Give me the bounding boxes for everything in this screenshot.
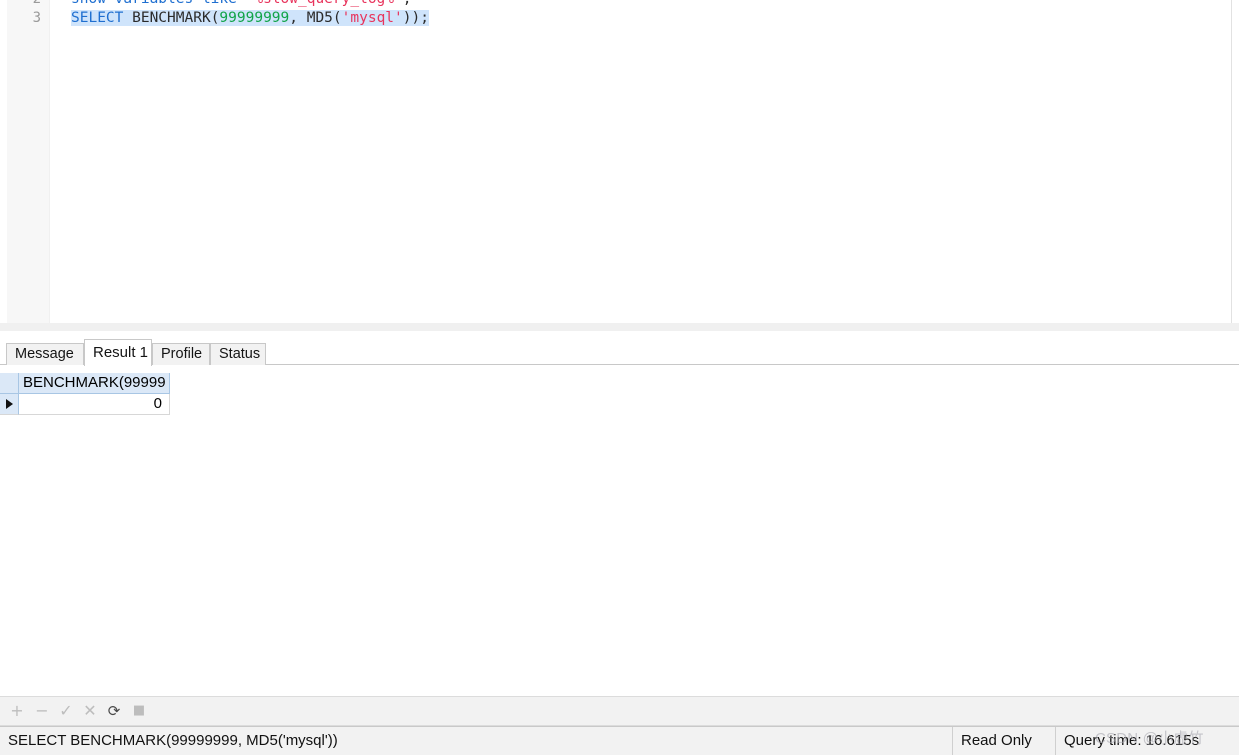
apply-changes-button[interactable]: ✓ — [55, 700, 77, 722]
grid-header-row: BENCHMARK(99999 — [0, 373, 1239, 394]
stop-button[interactable]: ■ — [128, 700, 150, 722]
delete-row-button[interactable]: − — [31, 700, 53, 722]
code-token-keyword: SELECT — [71, 10, 124, 26]
status-query-time: Query time: 16.615s — [1055, 727, 1199, 755]
code-token-string: '%slow_query_log%' — [246, 0, 403, 7]
tab-message[interactable]: Message — [6, 343, 84, 365]
add-row-button[interactable]: + — [6, 700, 28, 722]
code-token-keyword: show variables like — [71, 0, 246, 7]
tab-profile[interactable]: Profile — [152, 343, 210, 365]
code-token-punct: )); — [402, 10, 429, 26]
tab-status[interactable]: Status — [210, 343, 266, 365]
status-read-only: Read Only — [952, 727, 1032, 755]
line-number-2: 2 — [11, 0, 41, 9]
code-token-function: , MD5( — [289, 10, 342, 26]
status-query-text: SELECT BENCHMARK(99999999, MD5('mysql')) — [8, 732, 338, 749]
triangle-right-icon — [6, 399, 13, 409]
grid-corner-box[interactable] — [0, 373, 19, 394]
editor-code-area[interactable]: show variables like '%slow_query_log%'; … — [51, 0, 1231, 323]
code-line-2[interactable]: show variables like '%slow_query_log%'; — [71, 0, 411, 9]
result-grid[interactable]: BENCHMARK(99999 0 — [0, 365, 1239, 696]
pane-splitter[interactable] — [0, 323, 1239, 331]
table-row[interactable]: 0 — [0, 394, 1239, 415]
code-token-string: 'mysql' — [341, 10, 403, 26]
refresh-button[interactable]: ⟳ — [103, 700, 125, 722]
code-token-punct: ; — [403, 0, 412, 7]
editor-line-number-gutter: 2 3 — [7, 0, 50, 323]
status-bar: SELECT BENCHMARK(99999999, MD5('mysql'))… — [0, 726, 1239, 755]
line-number-3: 3 — [32, 10, 41, 26]
grid-cell-benchmark-value[interactable]: 0 — [19, 394, 170, 415]
result-tab-strip: Message Result 1 Profile Status — [0, 339, 1239, 366]
code-line-3[interactable]: SELECT BENCHMARK(99999999, MD5('mysql'))… — [71, 9, 429, 28]
code-token-function: BENCHMARK( — [123, 10, 220, 26]
result-pane: Message Result 1 Profile Status BENCHMAR… — [0, 331, 1239, 755]
grid-edit-toolbar: + − ✓ ✕ ⟳ ■ — [0, 696, 1239, 726]
code-token-number: 99999999 — [219, 10, 290, 26]
sql-editor-pane[interactable]: 2 3 show variables like '%slow_query_log… — [0, 0, 1239, 331]
current-row-arrow-icon — [0, 394, 19, 415]
cancel-changes-button[interactable]: ✕ — [79, 700, 101, 722]
tab-result-1[interactable]: Result 1 — [84, 339, 152, 366]
sql-editor-surface[interactable]: 2 3 show variables like '%slow_query_log… — [7, 0, 1232, 323]
grid-column-header-benchmark[interactable]: BENCHMARK(99999 — [19, 373, 170, 394]
